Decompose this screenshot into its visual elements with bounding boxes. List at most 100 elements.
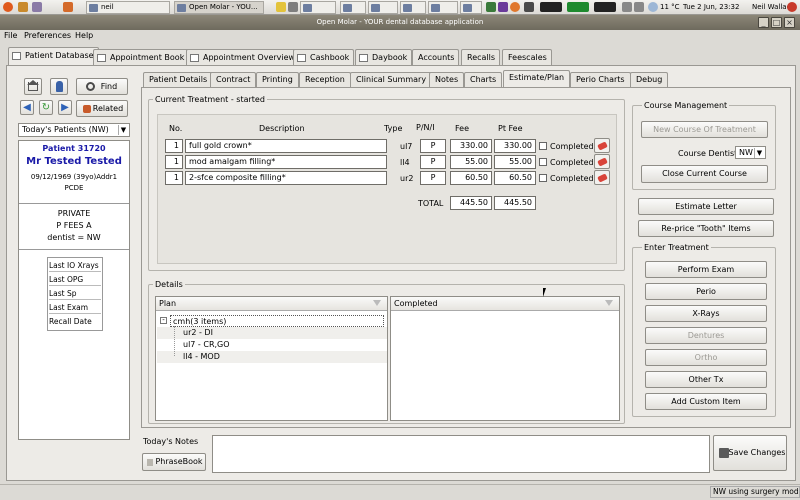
row3-delete-button[interactable] <box>594 170 610 185</box>
row2-pni[interactable]: P <box>420 155 446 169</box>
tab-cashbook[interactable]: Cashbook <box>293 49 355 65</box>
tab-recalls[interactable]: Recalls <box>461 49 501 65</box>
reprice-button[interactable]: Re-price "Tooth" Items <box>638 220 774 237</box>
tray-icon-2[interactable] <box>498 2 508 12</box>
header-type: Type <box>384 124 403 133</box>
tab-reception[interactable]: Reception <box>299 72 351 87</box>
menu-file[interactable]: File <box>4 31 17 40</box>
menu-bar: File Preferences Help <box>0 30 800 42</box>
tab-feescales[interactable]: Feescales <box>502 49 552 65</box>
close-button[interactable]: × <box>784 17 795 28</box>
tab-appointment-overview[interactable]: Appointment Overview <box>186 49 301 65</box>
tab-debug[interactable]: Debug <box>630 72 669 87</box>
task-button-5[interactable] <box>368 1 398 14</box>
row1-fee[interactable]: 330.00 <box>450 139 492 153</box>
ortho-button[interactable]: Ortho <box>645 349 767 366</box>
other-tx-button[interactable]: Other Tx <box>645 371 767 388</box>
row2-pt-fee[interactable]: 55.00 <box>494 155 536 169</box>
row3-fee[interactable]: 60.50 <box>450 171 492 185</box>
row1-completed-checkbox[interactable] <box>539 142 547 150</box>
row3-completed-checkbox[interactable] <box>539 174 547 182</box>
tray-icon-1[interactable] <box>486 2 496 12</box>
plan-header[interactable]: Plan <box>156 297 387 311</box>
row2-completed-checkbox[interactable] <box>539 158 547 166</box>
completed-header[interactable]: Completed <box>391 297 619 311</box>
tab-charts[interactable]: Charts <box>464 72 503 87</box>
ubuntu-menu-icon[interactable] <box>3 2 13 12</box>
show-desktop-icon[interactable] <box>63 2 73 12</box>
tab-printing[interactable]: Printing <box>256 72 299 87</box>
course-dentist-select[interactable]: NW ▼ <box>735 146 766 159</box>
power-icon[interactable] <box>787 2 797 12</box>
tab-estimate-plan[interactable]: Estimate/Plan <box>503 70 571 88</box>
tree-child-item[interactable]: ul7 - CR,GO <box>157 339 387 351</box>
row1-description[interactable]: full gold crown* <box>185 139 387 153</box>
tab-patient-database[interactable]: Patient Database <box>8 47 99 66</box>
tab-clinical-summary[interactable]: Clinical Summary <box>350 72 433 87</box>
find-button[interactable]: Find <box>76 78 128 95</box>
task-button-openmolar[interactable]: Open Molar - YOU... <box>174 1 264 14</box>
estimate-letter-button[interactable]: Estimate Letter <box>638 198 774 215</box>
row1-no[interactable]: 1 <box>165 139 183 153</box>
firefox-icon[interactable] <box>510 2 520 12</box>
row1-pni[interactable]: P <box>420 139 446 153</box>
minimize-button[interactable]: _ <box>758 17 769 28</box>
row1-pt-fee[interactable]: 330.00 <box>494 139 536 153</box>
row1-delete-button[interactable] <box>594 138 610 153</box>
task-icon-b[interactable] <box>288 2 298 12</box>
task-button-terminal[interactable]: neil <box>86 1 170 14</box>
save-changes-button[interactable]: Save Changes <box>713 435 787 471</box>
row2-no[interactable]: 1 <box>165 155 183 169</box>
perio-button[interactable]: Perio <box>645 283 767 300</box>
reload-button[interactable]: ↻ <box>39 100 53 115</box>
row2-fee[interactable]: 55.00 <box>450 155 492 169</box>
tree-child-item[interactable]: ur2 - DI <box>157 327 387 339</box>
network-icon[interactable] <box>634 2 644 12</box>
tab-daybook[interactable]: Daybook <box>355 49 413 65</box>
completed-tree[interactable] <box>390 296 620 421</box>
applet-icon[interactable] <box>18 2 28 12</box>
task-button-4[interactable] <box>340 1 366 14</box>
tab-appointment-book[interactable]: Appointment Book <box>93 49 190 65</box>
task-button-3[interactable] <box>300 1 336 14</box>
task-button-6[interactable] <box>400 1 426 14</box>
row2-description[interactable]: mod amalgam filling* <box>185 155 387 169</box>
new-course-button[interactable]: New Course Of Treatment <box>641 121 768 138</box>
dentures-button[interactable]: Dentures <box>645 327 767 344</box>
add-custom-item-button[interactable]: Add Custom Item <box>645 393 767 410</box>
close-course-button[interactable]: Close Current Course <box>641 165 768 183</box>
menu-preferences[interactable]: Preferences <box>24 31 71 40</box>
tab-contract[interactable]: Contract <box>210 72 257 87</box>
menu-help[interactable]: Help <box>75 31 93 40</box>
maximize-button[interactable]: □ <box>771 17 782 28</box>
volume-icon[interactable] <box>622 2 632 12</box>
related-button[interactable]: Related <box>76 100 128 117</box>
x-rays-button[interactable]: X-Rays <box>645 305 767 322</box>
phrasebook-button[interactable]: PhraseBook <box>142 453 206 471</box>
row3-pni[interactable]: P <box>420 171 446 185</box>
tab-accounts[interactable]: Accounts <box>412 49 460 65</box>
task-button-7[interactable] <box>428 1 458 14</box>
collapse-icon[interactable]: - <box>160 317 167 324</box>
task-icon-a[interactable] <box>276 2 286 12</box>
tree-root-item[interactable]: - cmh(3 items) <box>157 315 387 327</box>
perform-exam-button[interactable]: Perform Exam <box>645 261 767 278</box>
todays-notes-input[interactable] <box>212 435 710 473</box>
patient-button[interactable] <box>50 78 68 95</box>
tab-perio-charts[interactable]: Perio Charts <box>570 72 631 87</box>
tray-icon-4[interactable] <box>524 2 534 12</box>
row3-no[interactable]: 1 <box>165 171 183 185</box>
tab-patient-details[interactable]: Patient Details <box>143 72 214 87</box>
task-button-8[interactable] <box>460 1 482 14</box>
row2-delete-button[interactable] <box>594 154 610 169</box>
row3-pt-fee[interactable]: 60.50 <box>494 171 536 185</box>
clock[interactable]: Tue 2 Jun, 23:32 <box>683 3 739 11</box>
tab-notes[interactable]: Notes <box>429 72 465 87</box>
todays-patients-select[interactable]: Today's Patients (NW) ▼ <box>18 123 130 137</box>
back-button[interactable]: ◀ <box>20 100 34 115</box>
tree-child-item[interactable]: ll4 - MOD <box>157 351 387 363</box>
launcher-icon[interactable] <box>32 2 42 12</box>
home-button[interactable] <box>24 78 42 95</box>
forward-button[interactable]: ▶ <box>58 100 72 115</box>
row3-description[interactable]: 2-sfce composite filling* <box>185 171 387 185</box>
